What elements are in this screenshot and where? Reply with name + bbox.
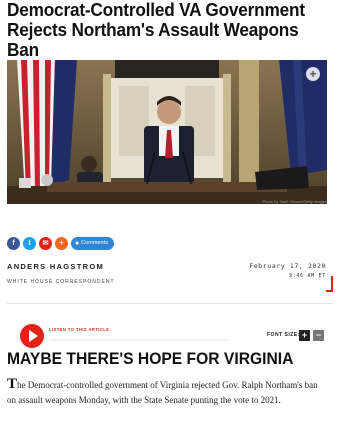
article-headline: Democrat-Controlled VA Government Reject… xyxy=(7,0,305,60)
publish-date: February 17, 2020 xyxy=(249,262,326,270)
font-increase-button[interactable]: + xyxy=(299,330,310,341)
author-title: WHITE HOUSE CORRESPONDENT xyxy=(7,279,115,285)
hero-image: + xyxy=(7,60,327,204)
comments-label: Comments xyxy=(81,239,108,246)
photo-credit: Photo by Zach Gibson/Getty Images xyxy=(262,199,327,204)
twitter-icon[interactable]: t xyxy=(23,236,36,250)
corner-accent xyxy=(326,276,333,292)
comments-button[interactable]: ● Comments xyxy=(71,236,114,250)
divider xyxy=(7,303,333,304)
add-icon[interactable]: + xyxy=(306,67,320,81)
listen-label[interactable]: LISTEN TO THIS ARTICLE xyxy=(49,327,109,332)
font-size-label: FONT SIZE: xyxy=(267,332,300,338)
drop-cap: T xyxy=(7,376,18,392)
facebook-icon[interactable]: f xyxy=(7,236,20,250)
comment-icon: ● xyxy=(75,239,80,247)
font-decrease-button[interactable]: − xyxy=(313,330,324,341)
hero-photo-illustration xyxy=(7,60,327,204)
more-share-icon[interactable]: + xyxy=(55,236,68,250)
audio-waveform[interactable] xyxy=(49,336,229,344)
article-subheadline: MAYBE THERE'S HOPE FOR VIRGINIA xyxy=(7,349,294,368)
publish-time: 9:46 AM ET xyxy=(289,274,326,279)
email-icon[interactable]: ✉ xyxy=(39,236,52,250)
article-body: The Democrat-controlled government of Vi… xyxy=(7,376,327,408)
article-body-text: he Democrat-controlled government of Vir… xyxy=(7,380,318,405)
share-bar: f t ✉ + ● Comments xyxy=(7,236,114,250)
play-audio-button[interactable] xyxy=(20,324,44,348)
author-name[interactable]: ANDERS HAGSTROM xyxy=(7,262,104,271)
